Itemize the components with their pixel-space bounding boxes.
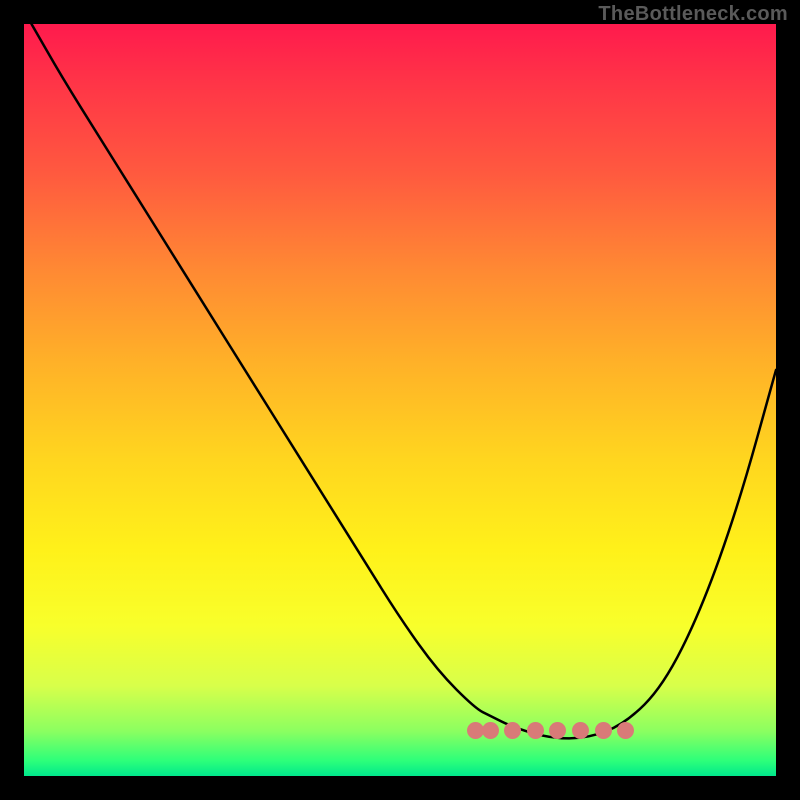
curve-svg — [24, 24, 776, 776]
plot-area — [24, 24, 776, 776]
watermark-text: TheBottleneck.com — [598, 3, 788, 26]
valley-marker-dot — [595, 722, 612, 739]
chart-container: TheBottleneck.com — [0, 0, 800, 800]
bottleneck-curve — [32, 24, 777, 738]
valley-marker-dot — [482, 722, 499, 739]
